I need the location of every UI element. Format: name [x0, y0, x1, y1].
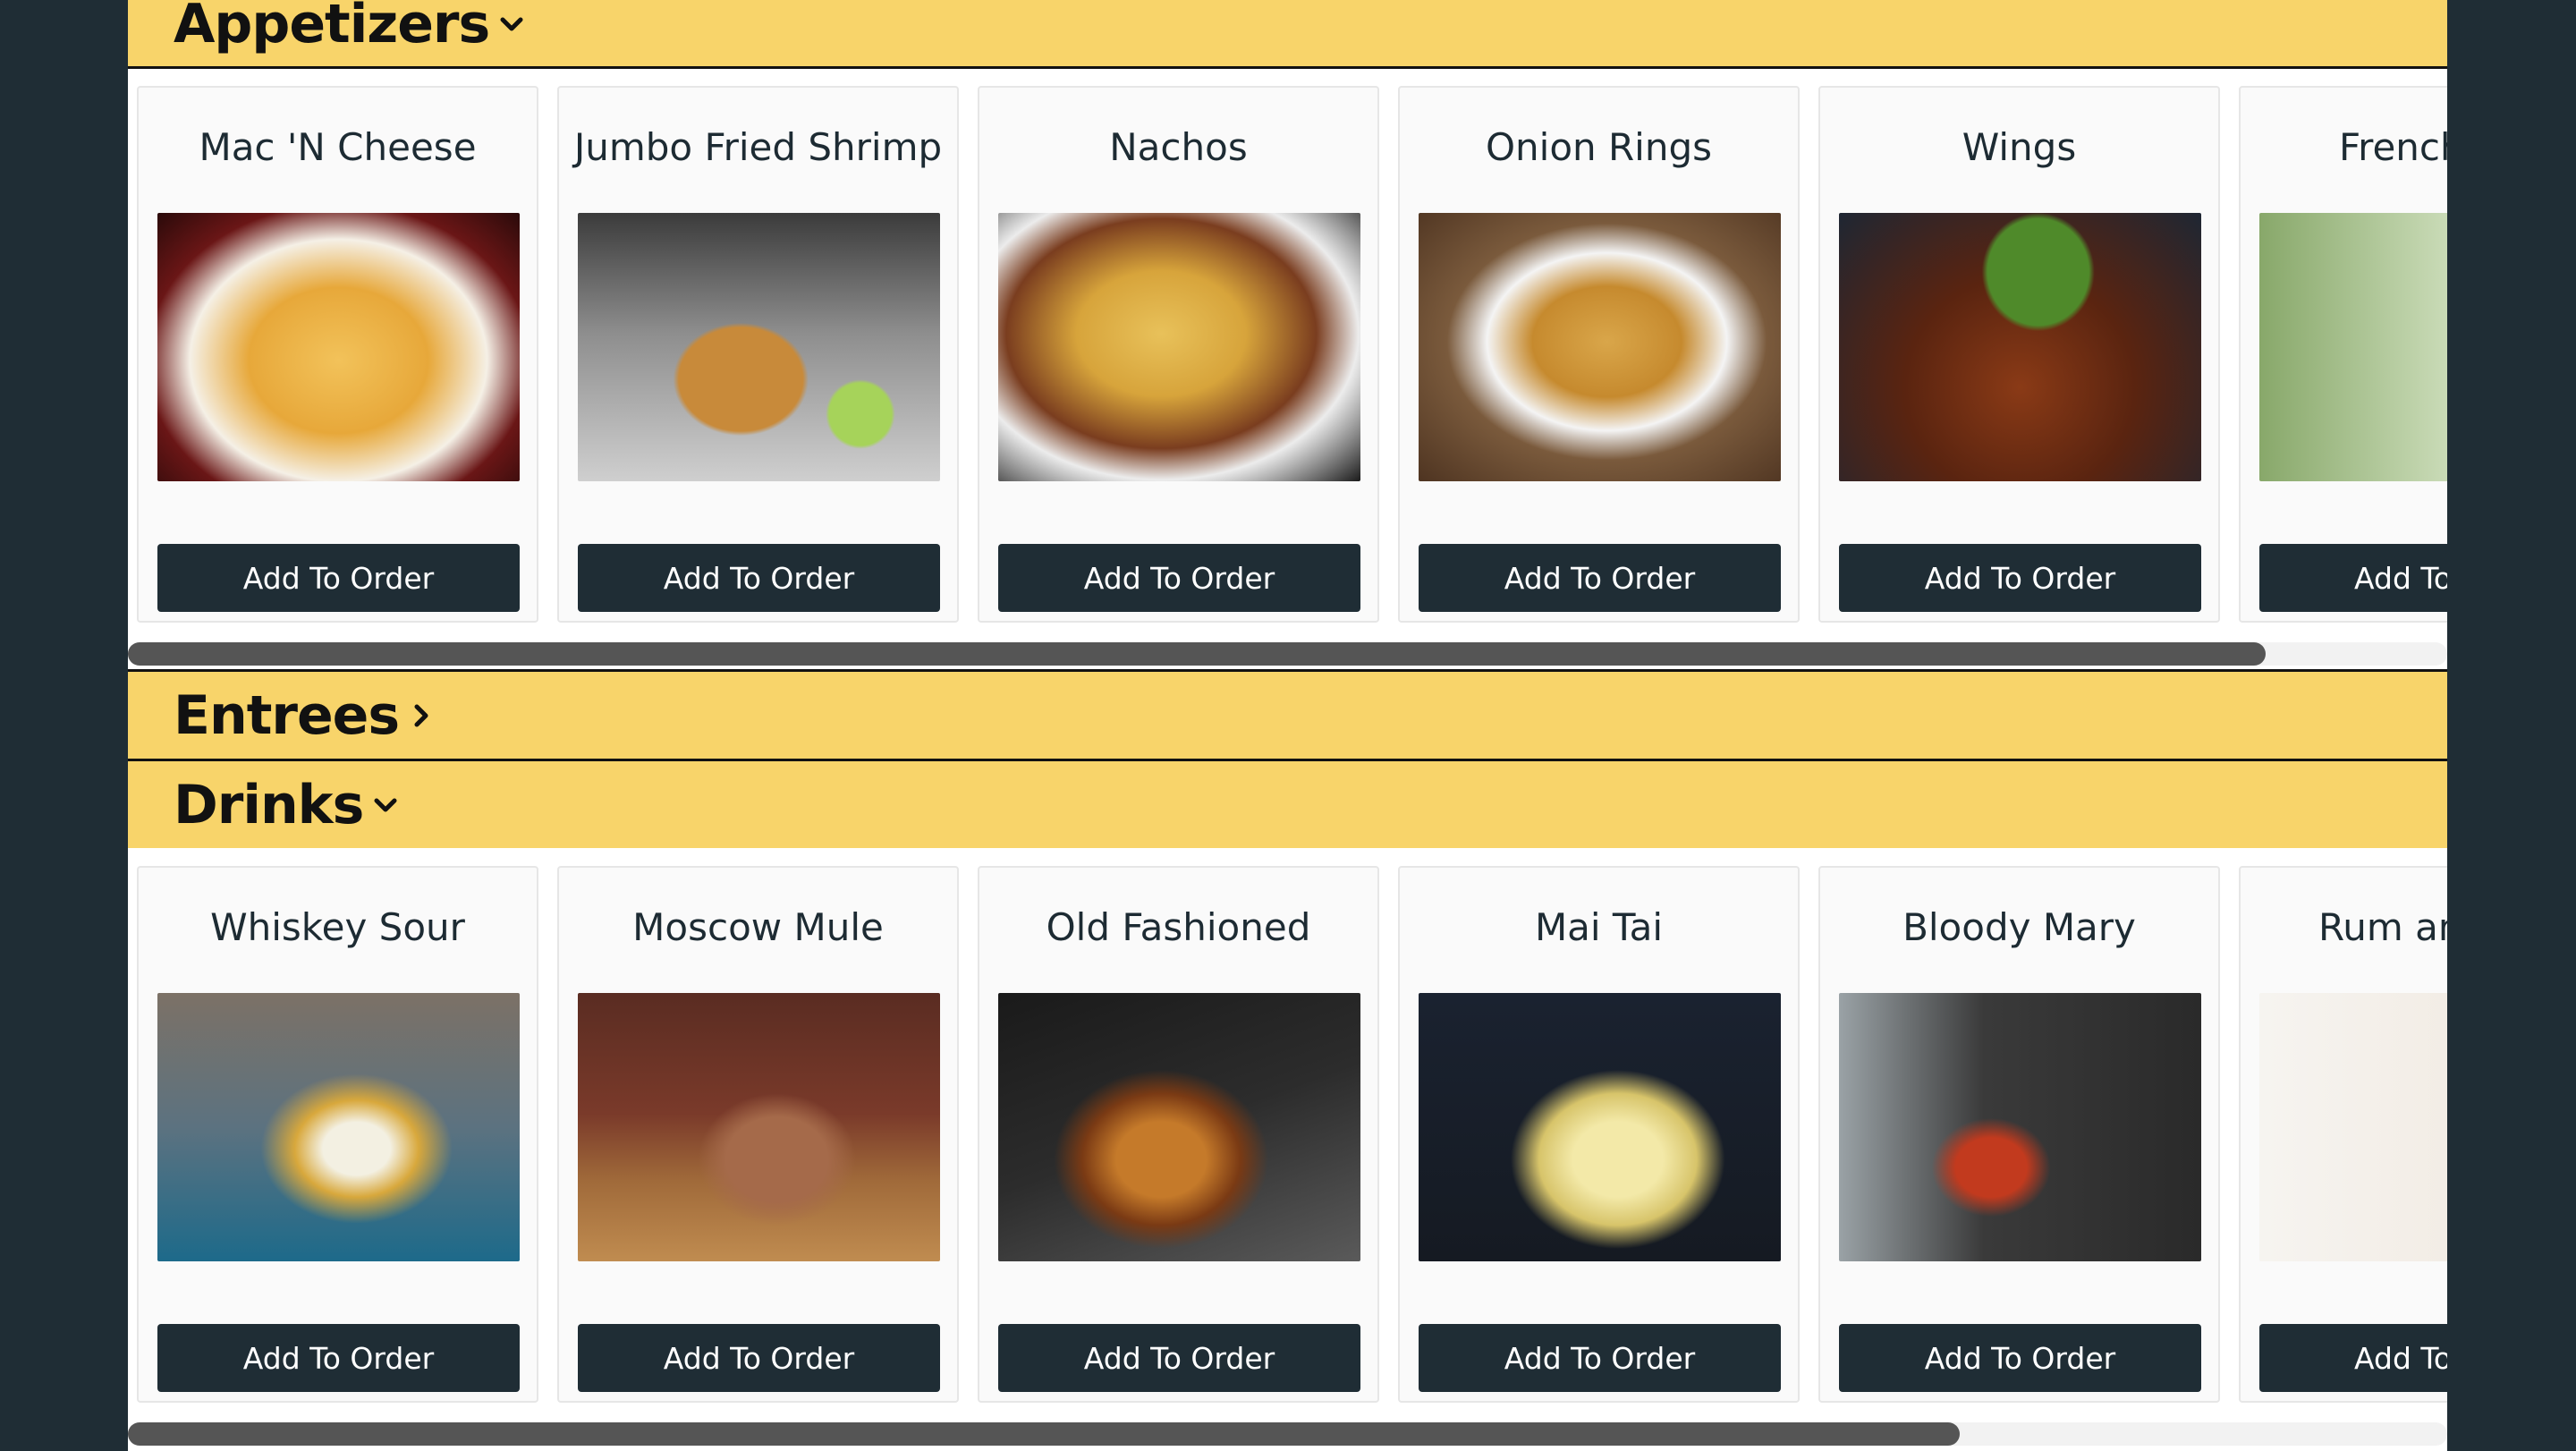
menu-card: Mac 'N Cheese Add To Order — [137, 86, 538, 623]
add-to-order-button[interactable]: Add To Order — [1419, 544, 1781, 612]
item-name: Bloody Mary — [1902, 905, 2136, 949]
scrollbar-thumb[interactable] — [128, 1422, 1960, 1446]
menu-card: Jumbo Fried Shrimp Add To Order — [557, 86, 959, 623]
menu-card: Wings Add To Order — [1818, 86, 2220, 623]
mai-tai-image — [1419, 993, 1781, 1261]
item-name: Jumbo Fried Shrimp — [573, 125, 943, 169]
wings-image — [1839, 213, 2201, 481]
item-name: Onion Rings — [1485, 125, 1713, 169]
item-name: Mai Tai — [1534, 905, 1664, 949]
item-name: Moscow Mule — [632, 905, 884, 949]
add-to-order-button[interactable]: Add To — [2259, 1324, 2447, 1392]
menu-card: Whiskey Sour Add To Order — [137, 866, 538, 1403]
item-name: Mac 'N Cheese — [199, 125, 477, 169]
mac-n-cheese-image — [157, 213, 520, 481]
add-to-order-button[interactable]: Add To Order — [1839, 544, 2201, 612]
item-name: French — [2339, 125, 2447, 169]
add-to-order-button[interactable]: Add To Order — [1839, 1324, 2201, 1392]
menu-card: French Add To — [2239, 86, 2447, 623]
scrollbar-thumb[interactable] — [128, 642, 2266, 666]
fried-shrimp-image — [578, 213, 940, 481]
item-name: Nachos — [1109, 125, 1248, 169]
chevron-down-icon[interactable] — [498, 11, 525, 38]
section-header-entrees[interactable]: Entrees — [128, 669, 2447, 761]
section-header-appetizers[interactable]: Appetizers — [128, 0, 2447, 69]
chevron-down-icon[interactable] — [372, 792, 399, 819]
add-to-order-button[interactable]: Add To — [2259, 544, 2447, 612]
item-name: Rum an — [2318, 905, 2447, 949]
add-to-order-button[interactable]: Add To Order — [578, 544, 940, 612]
add-to-order-button[interactable]: Add To Order — [998, 1324, 1360, 1392]
appetizers-scrollbar[interactable] — [128, 642, 2447, 666]
whiskey-sour-image — [157, 993, 520, 1261]
rum-and-coke-image — [2259, 993, 2447, 1261]
item-name: Old Fashioned — [1046, 905, 1311, 949]
drinks-carousel[interactable]: Whiskey Sour Add To Order Moscow Mule Ad… — [128, 866, 2447, 1438]
add-to-order-button[interactable]: Add To Order — [578, 1324, 940, 1392]
section-title-entrees: Entrees — [174, 683, 400, 747]
menu-card: Old Fashioned Add To Order — [978, 866, 1379, 1403]
bloody-mary-image — [1839, 993, 2201, 1261]
item-name: Whiskey Sour — [210, 905, 465, 949]
menu-panel: Appetizers Mac 'N Cheese Add To Order Ju… — [128, 0, 2447, 1451]
add-to-order-button[interactable]: Add To Order — [1419, 1324, 1781, 1392]
french-fries-image — [2259, 213, 2447, 481]
menu-card: Bloody Mary Add To Order — [1818, 866, 2220, 1403]
section-title-appetizers: Appetizers — [174, 0, 490, 55]
menu-card: Onion Rings Add To Order — [1398, 86, 1800, 623]
add-to-order-button[interactable]: Add To Order — [157, 1324, 520, 1392]
add-to-order-button[interactable]: Add To Order — [998, 544, 1360, 612]
moscow-mule-image — [578, 993, 940, 1261]
add-to-order-button[interactable]: Add To Order — [157, 544, 520, 612]
menu-card: Nachos Add To Order — [978, 86, 1379, 623]
menu-card: Moscow Mule Add To Order — [557, 866, 959, 1403]
onion-rings-image — [1419, 213, 1781, 481]
section-title-drinks: Drinks — [174, 773, 364, 836]
nachos-image — [998, 213, 1360, 481]
appetizers-carousel[interactable]: Mac 'N Cheese Add To Order Jumbo Fried S… — [128, 86, 2447, 658]
menu-card: Mai Tai Add To Order — [1398, 866, 1800, 1403]
chevron-right-icon[interactable] — [408, 702, 435, 729]
item-name: Wings — [1962, 125, 2077, 169]
old-fashioned-image — [998, 993, 1360, 1261]
section-header-drinks[interactable]: Drinks — [128, 761, 2447, 848]
drinks-scrollbar[interactable] — [128, 1422, 2447, 1446]
menu-card: Rum an Add To — [2239, 866, 2447, 1403]
